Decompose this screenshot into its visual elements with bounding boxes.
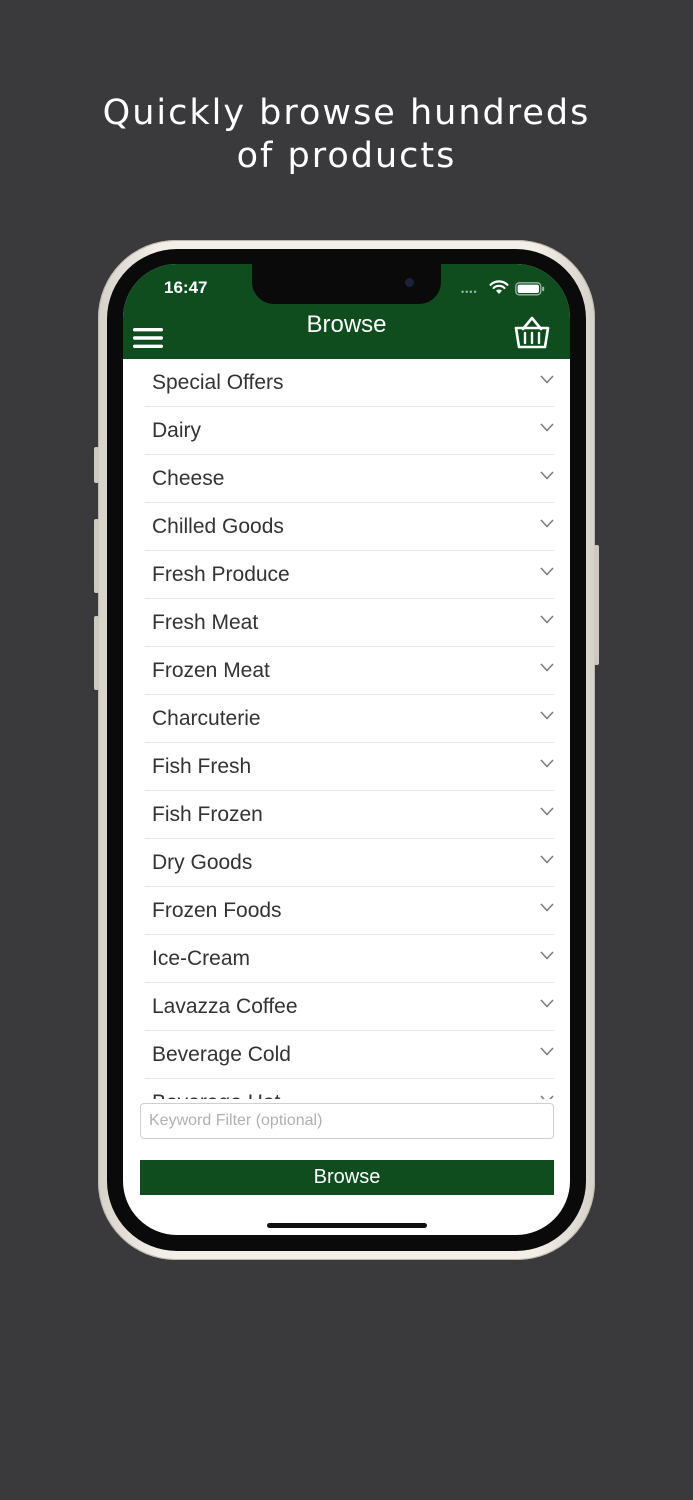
category-label: Fish Frozen [152, 803, 263, 826]
phone-side-button [94, 447, 99, 483]
category-label: Special Offers [152, 371, 284, 394]
category-list[interactable]: Special Offers Dairy Cheese Chilled Goods Fr… [123, 359, 570, 1099]
category-label: Beverage Hot [152, 1091, 280, 1099]
category-item[interactable]: Charcuterie [145, 695, 554, 743]
chevron-down-icon [540, 759, 554, 768]
category-item[interactable]: Fish Fresh [145, 743, 554, 791]
wifi-icon [489, 280, 509, 294]
category-item[interactable]: Dairy [145, 407, 554, 455]
battery-icon [515, 282, 545, 296]
phone-notch [252, 264, 441, 304]
category-item[interactable]: Cheese [145, 455, 554, 503]
app-screen: 16:47 •••• Browse Special Offers Dairy C… [123, 264, 570, 1235]
category-label: Ice-Cream [152, 947, 251, 970]
chevron-down-icon [540, 471, 554, 480]
headline-line-2: of products [236, 136, 457, 176]
category-label: Frozen Meat [152, 659, 270, 682]
chevron-down-icon [540, 663, 554, 672]
category-item[interactable]: Special Offers [145, 359, 554, 407]
phone-volume-down [94, 616, 99, 690]
headline-line-1: Quickly browse hundreds [102, 93, 591, 133]
chevron-down-icon [540, 903, 554, 912]
category-item[interactable]: Chilled Goods [145, 503, 554, 551]
category-label: Dairy [152, 419, 202, 442]
category-item[interactable]: Ice-Cream [145, 935, 554, 983]
category-item[interactable]: Fresh Meat [145, 599, 554, 647]
category-label: Dry Goods [152, 851, 253, 874]
category-item[interactable]: Beverage Cold [145, 1031, 554, 1079]
category-label: Cheese [152, 467, 225, 490]
keyword-filter-input[interactable] [140, 1103, 554, 1139]
chevron-down-icon [540, 519, 554, 528]
category-label: Fresh Produce [152, 563, 290, 586]
shopping-basket-icon [514, 316, 550, 349]
phone-volume-up [94, 519, 99, 593]
marketing-headline: Quickly browse hundreds of products [0, 92, 693, 178]
chevron-down-icon [540, 951, 554, 960]
category-label: Lavazza Coffee [152, 995, 298, 1018]
signal-icon: •••• [461, 287, 478, 297]
chevron-down-icon [540, 807, 554, 816]
home-indicator [267, 1223, 427, 1228]
chevron-down-icon [540, 855, 554, 864]
category-label: Frozen Foods [152, 899, 282, 922]
category-item[interactable]: Fish Frozen [145, 791, 554, 839]
basket-button[interactable] [514, 315, 550, 349]
status-time: 16:47 [164, 278, 208, 297]
category-label: Charcuterie [152, 707, 261, 730]
category-item[interactable]: Beverage Hot [145, 1079, 554, 1099]
chevron-down-icon [540, 1095, 554, 1099]
chevron-down-icon [540, 999, 554, 1008]
category-label: Chilled Goods [152, 515, 284, 538]
category-label: Fresh Meat [152, 611, 259, 634]
chevron-down-icon [540, 375, 554, 384]
category-label: Fish Fresh [152, 755, 252, 778]
chevron-down-icon [540, 423, 554, 432]
front-camera [405, 278, 414, 287]
chevron-down-icon [540, 711, 554, 720]
app-header: 16:47 •••• Browse [123, 264, 570, 359]
chevron-down-icon [540, 615, 554, 624]
category-item[interactable]: Fresh Produce [145, 551, 554, 599]
category-item[interactable]: Lavazza Coffee [145, 983, 554, 1031]
chevron-down-icon [540, 567, 554, 576]
category-label: Beverage Cold [152, 1043, 291, 1066]
page-title: Browse [306, 311, 387, 338]
category-item[interactable]: Frozen Foods [145, 887, 554, 935]
chevron-down-icon [540, 1047, 554, 1056]
phone-power-button [594, 545, 599, 665]
category-item[interactable]: Frozen Meat [145, 647, 554, 695]
category-item[interactable]: Dry Goods [145, 839, 554, 887]
browse-button[interactable]: Browse [140, 1160, 554, 1195]
